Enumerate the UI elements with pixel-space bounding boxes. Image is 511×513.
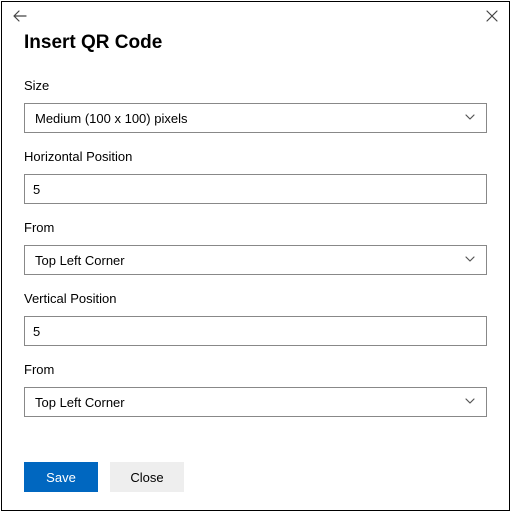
size-value: Medium (100 x 100) pixels <box>35 111 187 126</box>
chevron-down-icon <box>464 111 476 126</box>
from1-label: From <box>24 220 487 235</box>
from2-value: Top Left Corner <box>35 395 125 410</box>
vpos-label: Vertical Position <box>24 291 487 306</box>
from2-select[interactable]: Top Left Corner <box>24 387 487 417</box>
titlebar <box>2 2 509 24</box>
hpos-input[interactable]: 5 <box>24 174 487 204</box>
size-select[interactable]: Medium (100 x 100) pixels <box>24 103 487 133</box>
from2-label: From <box>24 362 487 377</box>
dialog-window: Insert QR Code Size Medium (100 x 100) p… <box>1 1 510 511</box>
close-button[interactable]: Close <box>110 462 184 492</box>
back-icon[interactable] <box>12 8 28 24</box>
save-button[interactable]: Save <box>24 462 98 492</box>
dialog-content: Insert QR Code Size Medium (100 x 100) p… <box>2 24 509 462</box>
page-title: Insert QR Code <box>24 32 487 54</box>
close-icon[interactable] <box>485 9 499 23</box>
size-label: Size <box>24 78 487 93</box>
vpos-input[interactable]: 5 <box>24 316 487 346</box>
hpos-value: 5 <box>33 182 40 197</box>
from1-value: Top Left Corner <box>35 253 125 268</box>
vpos-value: 5 <box>33 324 40 339</box>
dialog-footer: Save Close <box>2 462 509 510</box>
chevron-down-icon <box>464 253 476 268</box>
chevron-down-icon <box>464 395 476 410</box>
from1-select[interactable]: Top Left Corner <box>24 245 487 275</box>
hpos-label: Horizontal Position <box>24 149 487 164</box>
